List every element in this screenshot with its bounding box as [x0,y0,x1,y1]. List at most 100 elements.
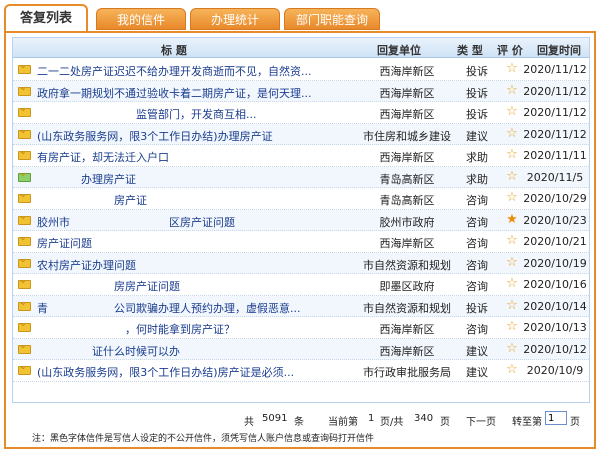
letter-type: 咨询 [466,323,488,336]
table-row[interactable]: 农村房产证办理问题 市自然资源和规划 咨询 ☆ 2020/10/19 [13,252,589,274]
letter-title-link[interactable]: (山东政务服务网，限3个工作日办结)房产证是必须... [37,364,337,380]
letter-title-link[interactable]: 房产证问题 [37,235,337,251]
reply-time: 2020/10/16 [523,278,587,291]
letter-title-link[interactable]: 办理房产证 [37,171,337,187]
letter-title-link[interactable]: 监管部门，开发商互相... [37,106,337,122]
next-page-link[interactable]: 下一页 [466,413,496,428]
total-count: 5091 [262,413,288,424]
reply-unit: 青岛高新区 [379,172,435,186]
letter-type: 咨询 [466,280,488,293]
reply-time: 2020/10/29 [523,192,587,205]
letter-type: 咨询 [466,237,488,250]
table-row[interactable]: 有房产证，却无法迁入户口 西海岸新区 求助 ☆ 2020/11/11 [13,145,589,167]
table-row[interactable]: 房房产证问题 即墨区政府 咨询 ☆ 2020/10/16 [13,274,589,296]
letter-title-link[interactable]: 青 公司欺骗办理人预约办理，虚假恶意... [37,300,337,316]
table-row[interactable]: (山东政务服务网，限3个工作日办结)房产证是必须... 市行政审批服务局 建议 ☆ 20… [13,360,589,382]
envelope-icon [18,108,32,118]
envelope-icon [18,194,32,204]
total-prefix: 共 [244,417,254,428]
tab-strip: 答复列表 我的信件 办理统计 部门职能查询 [4,4,594,32]
page-count: 340 [414,413,434,424]
reply-time: 2020/10/21 [523,235,587,248]
table-header: 标 题 回复单位 类 型 评 价 回复时间 [13,38,589,58]
reply-unit: 胶州市政府 [379,215,435,229]
reply-unit: 市自然资源和规划 [363,301,451,315]
reply-time: 2020/10/19 [523,256,587,270]
reply-time: 2020/10/12 [523,342,587,356]
reply-unit: 青岛高新区 [379,194,435,207]
reply-unit: 即墨区政府 [379,280,435,293]
envelope-icon [18,366,32,376]
reply-time: 2020/10/13 [523,321,587,334]
table-row[interactable]: 证什么时候可以办 西海岸新区 建议 ☆ 2020/10/12 [13,338,589,360]
reply-time: 2020/11/12 [523,84,587,98]
table-row[interactable]: 房产证问题 西海岸新区 咨询 ☆ 2020/10/21 [13,231,589,253]
table-row[interactable]: (山东政务服务网，限3个工作日办结)办理房产证 市住房和城乡建设 建议 ☆ 2020/1… [13,123,589,145]
header-unit: 回复单位 [377,44,421,57]
letter-type: 投诉 [466,86,488,100]
reply-time: 2020/11/12 [523,106,587,119]
letter-type: 求助 [466,151,488,164]
letter-type: 投诉 [466,65,488,78]
table-row[interactable]: 监管部门，开发商互相... 西海岸新区 投诉 ☆ 2020/11/12 [13,102,589,124]
letter-type: 求助 [466,172,488,186]
envelope-icon [18,344,32,355]
letter-type: 建议 [466,129,488,143]
envelope-icon [18,65,32,75]
tab-handling-stats[interactable]: 办理统计 [190,8,280,30]
reply-unit: 西海岸新区 [379,65,435,78]
reply-unit: 西海岸新区 [379,237,435,250]
reply-unit: 市住房和城乡建设 [363,129,451,143]
letter-title-link[interactable]: (山东政务服务网，限3个工作日办结)办理房产证 [37,128,337,144]
table-row[interactable]: 房产证 青岛高新区 咨询 ☆ 2020/10/29 [13,188,589,210]
reply-unit: 西海岸新区 [379,108,435,121]
reply-unit: 西海岸新区 [379,323,435,336]
envelope-icon [18,301,32,312]
envelope-icon [18,280,32,290]
goto-label: 转至第 [512,417,542,428]
current-page-label: 当前第 [328,417,358,428]
table-body: 二一二处房产证迟迟不给办理开发商逝而不见，自然资... 西海岸新区 投诉 ☆ 2020/… [13,59,589,382]
letter-type: 投诉 [466,108,488,121]
envelope-icon [18,258,32,269]
envelope-icon [18,86,32,97]
reply-time: 2020/10/14 [523,299,587,313]
reply-time: 2020/11/12 [523,127,587,141]
letter-title-link[interactable]: 二一二处房产证迟迟不给办理开发商逝而不见，自然资... [37,63,337,79]
pagination: 共 5091 条 当前第 1 页/共 340 页 下一页 转至第 页 [6,411,594,429]
letter-title-link[interactable]: 政府拿一期规划不通过验收卡着二期房产证，是何天理... [37,85,337,101]
reply-unit: 西海岸新区 [379,151,435,164]
letter-title-link[interactable]: 胶州市 区房产证问题 [37,214,337,230]
tab-my-letters[interactable]: 我的信件 [96,8,186,30]
table-row[interactable]: 青 公司欺骗办理人预约办理，虚假恶意... 市自然资源和规划 投诉 ☆ 2020/10/… [13,295,589,317]
reply-time: 2020/11/12 [523,63,587,76]
letter-title-link[interactable]: ，何时能拿到房产证？ [37,321,337,337]
letter-title-link[interactable]: 农村房产证办理问题 [37,257,337,273]
letter-type: 咨询 [466,215,488,229]
header-time: 回复时间 [537,44,581,57]
goto-page-input[interactable] [545,411,567,425]
letter-type: 建议 [466,344,488,358]
reply-time: 2020/11/11 [523,149,587,162]
table-row[interactable]: ，何时能拿到房产证？ 西海岸新区 咨询 ☆ 2020/10/13 [13,317,589,339]
letter-title-link[interactable]: 证什么时候可以办 [37,343,337,359]
open-envelope-icon [18,172,32,183]
table-row[interactable]: 二一二处房产证迟迟不给办理开发商逝而不见，自然资... 西海岸新区 投诉 ☆ 2020/… [13,59,589,81]
header-rating: 评 价 [497,44,523,57]
current-page: 1 [368,413,375,424]
letter-title-link[interactable]: 房产证 [37,192,337,208]
envelope-icon [18,215,32,226]
letter-type: 咨询 [466,258,488,272]
table-row[interactable]: 胶州市 区房产证问题 胶州市政府 咨询 ★ 2020/10/23 [13,209,589,231]
table-row[interactable]: 办理房产证 青岛高新区 求助 ☆ 2020/11/5 [13,166,589,188]
tab-reply-list[interactable]: 答复列表 [4,4,88,32]
reply-unit: 市自然资源和规划 [363,258,451,272]
reply-unit: 西海岸新区 [379,86,435,100]
header-type: 类 型 [457,44,483,57]
table-row[interactable]: 政府拿一期规划不通过验收卡着二期房产证，是何天理... 西海岸新区 投诉 ☆ 2020/… [13,80,589,102]
reply-time: 2020/11/5 [526,170,584,184]
letter-title-link[interactable]: 房房产证问题 [37,278,337,294]
letter-type: 咨询 [466,194,488,207]
letter-title-link[interactable]: 有房产证，却无法迁入户口 [37,149,337,165]
tab-department-query[interactable]: 部门职能查询 [284,8,380,30]
